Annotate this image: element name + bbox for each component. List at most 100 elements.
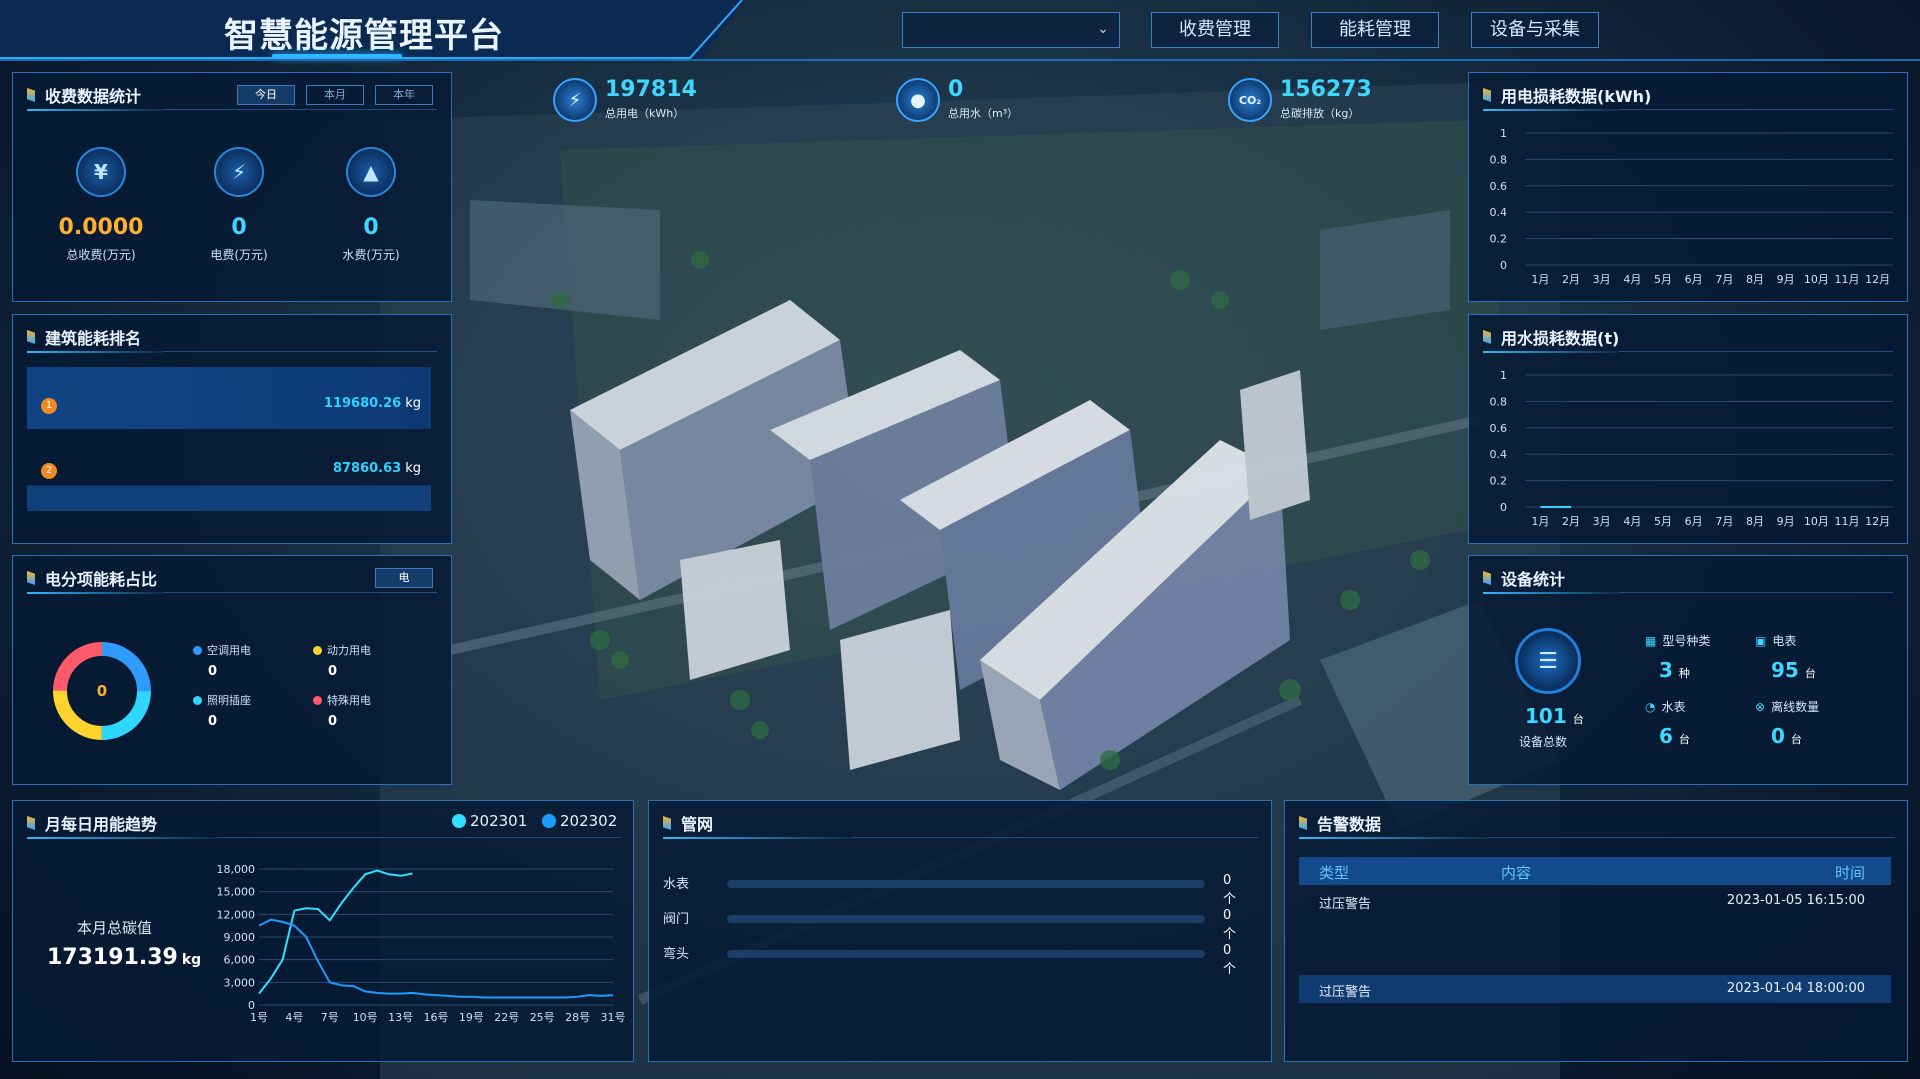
fee-value: 0 [231,215,247,240]
electric-meter-icon: ▣ [1755,634,1767,648]
pipe-value: 0个 [1223,943,1237,977]
device-water-meter: ◔ 水表 [1645,700,1686,714]
tab-this-year[interactable]: 本年 [375,85,433,105]
title-underline [27,351,163,353]
water-loss-chart: 00.20.40.60.811月 2月 3月 4月 5月 6月 7月 8月 9月 10月 11月 12… [1490,369,1893,528]
rank-badge: 2 [41,463,57,479]
legend-dot [313,645,322,655]
x-tick-label: 5月 [1654,515,1672,528]
header-content: 内容 [1501,864,1532,882]
device-model-types: ▦ 型号种类 [1645,634,1711,648]
title-rule [1619,592,1893,593]
pipe-label: 阀门 [663,912,690,927]
kpi-label: 总碳排放（kg） [1280,107,1360,120]
alarm-row[interactable]: 过压警告 2023-01-05 16:15:00 [1299,889,1891,917]
legend-value: 0 [328,664,338,679]
electric-loss-panel: 用电损耗数据(kWh) 0 0.2 0.4 0.6 0.8 1 1月 2月 3月 4月 5月 6月 7月… [1468,72,1908,302]
title-underline [1483,592,1619,594]
tab-this-month[interactable]: 本月 [306,85,364,105]
rank-value: 119680.26 kg [323,396,421,411]
x-tick-label: 3月 [1593,273,1611,286]
title-rule [163,351,437,352]
electric-loss-chart: 00.20.40.60.811月 2月 3月 4月 5月 6月 7月 8月 9月 10月 11月 12… [1490,127,1893,286]
fee-electricity: ⚡ 0 电费(万元) [179,147,299,263]
nav-energy-management[interactable]: 能耗管理 [1311,12,1439,48]
pipe-network-panel: 管网 水表 0个 阀门 0个 弯头 0个 [648,800,1272,1062]
device-water-meter-value: 6台 [1659,724,1690,748]
device-offline: ⊗ 离线数量 [1755,700,1820,714]
x-tick-label: 9月 [1777,515,1795,528]
x-tick-label: 12月 [1865,273,1890,286]
legend-dot [193,645,202,655]
x-tick-label: 6月 [1685,273,1703,286]
offline-icon: ⊗ [1755,700,1766,714]
legend-label-202301: 202301 [470,812,527,830]
co2-cloud-icon: CO₂ [1228,78,1272,122]
x-tick-label: 10月 [1804,273,1829,286]
water-drop-icon: ● [896,78,940,122]
x-tick-label: 28号 [565,1011,590,1024]
alarm-time: 2023-01-05 16:15:00 [1726,893,1865,908]
y-tick-label: 0 [1500,259,1507,272]
series-line-202301 [258,869,413,995]
top-header: 智慧能源管理平台 ⌄ 收费管理 能耗管理 设备与采集 [0,0,1920,61]
device-electric-meter: ▣ 电表 [1755,634,1797,648]
title-underline [27,592,163,594]
series-line-202302 [258,918,614,999]
fee-label: 水费(万元) [342,248,400,262]
y-tick-label: 12,000 [217,908,256,921]
x-tick-label: 7月 [1715,515,1733,528]
lightning-icon: ⚡ [553,78,597,122]
x-tick-label: 9月 [1777,273,1795,286]
nav-device-collection[interactable]: 设备与采集 [1471,12,1599,48]
flag-icon [663,816,671,830]
kpi-total-carbon: CO₂ 156273 总碳排放（kg） [1228,78,1372,122]
rank-row[interactable]: 1 119680.26 kg [27,367,431,429]
device-total-label: 设备总数 [1519,735,1568,749]
y-tick-label: 0.2 [1490,233,1508,246]
title-underline [663,837,853,839]
tab-today[interactable]: 今日 [237,85,295,105]
x-tick-label: 11月 [1835,273,1860,286]
header-divider [0,59,1920,61]
device-model-types-value: 3种 [1659,658,1690,682]
pipe-bar [727,915,1205,923]
legend-lighting: 照明插座 [193,692,251,708]
pipe-label: 水表 [663,877,690,892]
flag-icon [27,571,35,585]
y-tick-label: 0.6 [1490,422,1508,435]
model-type-icon: ▦ [1645,634,1657,648]
y-tick-label: 0.4 [1490,448,1508,461]
alarm-row[interactable]: 过压警告 2023-01-04 18:00:00 [1299,975,1891,1003]
x-tick-label: 2月 [1562,273,1580,286]
server-rack-icon: ☰ [1515,628,1581,694]
kpi-value: 156273 [1280,77,1372,102]
y-tick-label: 9,000 [224,931,256,944]
pipe-row-elbow: 弯头 0个 [663,943,1243,977]
nav-fee-management[interactable]: 收费管理 [1151,12,1279,48]
project-select[interactable]: ⌄ [902,12,1120,48]
x-tick-label: 22号 [494,1011,519,1024]
alarm-type: 过压警告 [1319,897,1372,912]
y-tick-label: 0.4 [1490,206,1508,219]
pipe-bar [727,950,1205,958]
daily-trend-panel: 月每日用能趋势 本月总碳值 173191.39 kg 0 3,000 6,000 9,0… [12,800,634,1062]
title-rule [853,837,1259,838]
legend-ac: 空调用电 [193,642,251,658]
kpi-value: 197814 [605,77,697,102]
panel-title: 告警数据 [1299,811,1381,835]
legend-dot-202302 [542,814,556,828]
title-rule [163,592,437,593]
kpi-total-electricity: ⚡ 197814 总用电（kWh） [553,78,697,122]
panel-title: 收费数据统计 [27,83,141,107]
electric-toggle-button[interactable]: 电 [375,568,433,588]
legend-power: 动力用电 [313,642,371,658]
legend-value: 0 [208,664,218,679]
legend-dot-202301 [452,814,466,828]
x-tick-label: 3月 [1593,515,1611,528]
x-tick-label: 6月 [1685,515,1703,528]
device-stats-panel: 设备统计 ☰ 101 台 设备总数 ▦ 型号种类 3种 ▣ 电表 95 台 ◔ 水表 6台… [1468,555,1908,785]
rank-row[interactable]: 2 87860.63 kg [27,431,431,511]
y-tick-label: 15,000 [217,886,256,899]
y-tick-label: 3,000 [224,976,256,989]
